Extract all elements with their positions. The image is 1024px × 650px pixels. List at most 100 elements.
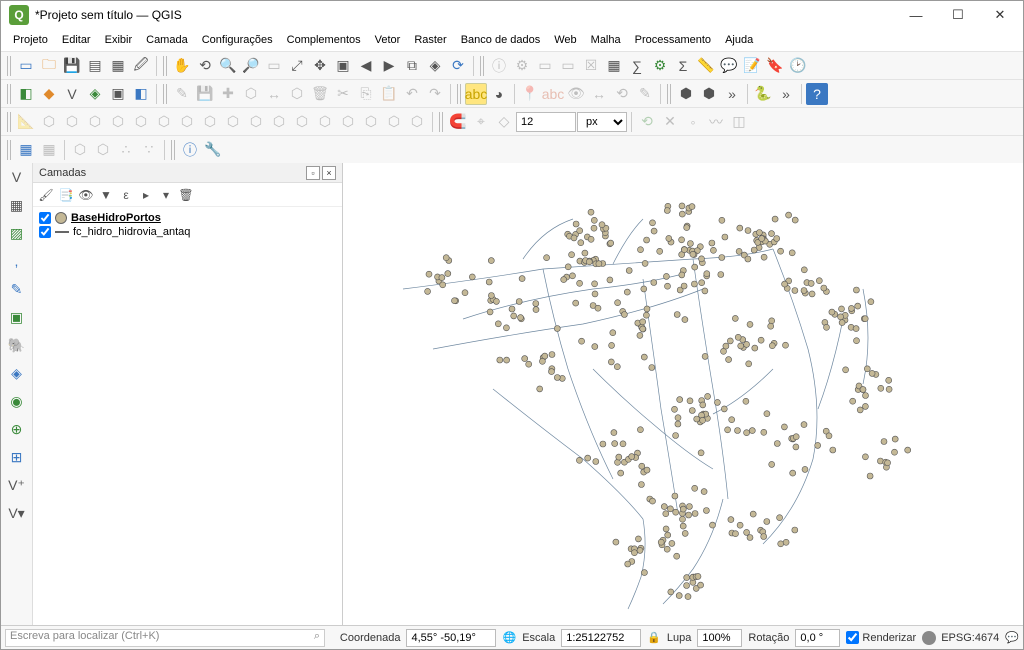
add-mesh-button[interactable]: ▨ <box>4 221 30 245</box>
attribute-table-button[interactable]: ▦ <box>603 55 625 77</box>
messages-button[interactable]: 💬 <box>1005 631 1019 644</box>
redo-button[interactable]: ↷ <box>424 83 446 105</box>
layer-remove-button[interactable]: 🗑 <box>177 186 195 204</box>
hl-pinned-button[interactable]: 📍 <box>519 83 541 105</box>
toolbar-handle[interactable] <box>457 84 462 104</box>
field-calculator-button[interactable]: ∑ <box>626 55 648 77</box>
select-by-value-button[interactable]: ▭ <box>557 55 579 77</box>
zoom-out-button[interactable]: 🔎 <box>240 55 262 77</box>
undo-button[interactable]: ↶ <box>401 83 423 105</box>
plugin-button-2[interactable]: ⬢ <box>698 83 720 105</box>
layer-name-label[interactable]: BaseHidroPortos <box>71 212 161 224</box>
layer-add-group-button[interactable]: 📑 <box>57 186 75 204</box>
rotate-label-button[interactable]: ⟲ <box>611 83 633 105</box>
adv-digitize-5[interactable]: ⬡ <box>130 111 152 133</box>
measure-button[interactable]: 📏 <box>695 55 717 77</box>
toolbar-handle[interactable] <box>7 140 12 160</box>
toolbar-handle[interactable] <box>7 112 12 132</box>
adv-digitize-3[interactable]: ⬡ <box>84 111 106 133</box>
select-button[interactable]: ▭ <box>534 55 556 77</box>
add-feature-button[interactable]: ✚ <box>217 83 239 105</box>
toolbar-handle[interactable] <box>667 84 672 104</box>
mesh-digitize-button[interactable]: ▦ <box>15 139 37 161</box>
plugin-more-button[interactable]: » <box>775 83 797 105</box>
snap-mode-button[interactable]: ◇ <box>493 111 515 133</box>
pin-labels-button[interactable]: abc <box>542 83 564 105</box>
python-console-button[interactable]: 🐍 <box>752 83 774 105</box>
toolbar-handle[interactable] <box>439 112 444 132</box>
adv-digitize-12[interactable]: ⬡ <box>291 111 313 133</box>
deselect-button[interactable]: ☒ <box>580 55 602 77</box>
add-raster-button[interactable]: ▦ <box>4 193 30 217</box>
mesh-edit-button[interactable]: ∵ <box>138 139 160 161</box>
locator-search-input[interactable]: Escreva para localizar (Ctrl+K) <box>5 629 325 647</box>
new-3d-view-button[interactable]: ◈ <box>424 55 446 77</box>
diagram-button[interactable]: ◕ <box>488 83 510 105</box>
mesh-reindex-button[interactable]: ∴ <box>115 139 137 161</box>
layer-visibility-checkbox[interactable] <box>39 226 51 238</box>
add-vector-button[interactable]: V <box>4 165 30 189</box>
layer-expression-button[interactable]: ε <box>117 186 135 204</box>
help-button[interactable]: ? <box>806 83 828 105</box>
add-virtual-button[interactable]: ▣ <box>4 305 30 329</box>
snap-unit-select[interactable]: px <box>577 112 627 132</box>
layer-row[interactable]: BaseHidroPortos <box>39 211 336 225</box>
adv-digitize-2[interactable]: ⬡ <box>61 111 83 133</box>
minimize-button[interactable]: — <box>895 1 937 29</box>
processing-toolbox-button[interactable]: ⚙ <box>649 55 671 77</box>
layer-name-label[interactable]: fc_hidro_hidrovia_antaq <box>73 226 190 238</box>
layer-expand-button[interactable]: ▸ <box>137 186 155 204</box>
menu-banco-de-dados[interactable]: Banco de dados <box>455 32 547 48</box>
adv-digitize-11[interactable]: ⬡ <box>268 111 290 133</box>
menu-editar[interactable]: Editar <box>56 32 97 48</box>
add-xyz-button[interactable]: ⊞ <box>4 445 30 469</box>
move-label-button[interactable]: ↔ <box>588 83 610 105</box>
refresh-button[interactable]: ⟳ <box>447 55 469 77</box>
toolbar-handle[interactable] <box>480 56 485 76</box>
panel-close-button[interactable]: × <box>322 166 336 180</box>
toolbar-handle[interactable] <box>7 84 12 104</box>
zoom-to-selection-button[interactable]: ✥ <box>309 55 331 77</box>
maximize-button[interactable]: ☐ <box>937 1 979 29</box>
layer-visibility-button[interactable]: 👁 <box>77 186 95 204</box>
annotation-button[interactable]: 📝 <box>741 55 763 77</box>
add-wms-button[interactable]: ⊕ <box>4 417 30 441</box>
map-canvas[interactable] <box>343 163 1023 625</box>
render-checkbox-wrapper[interactable]: Renderizar <box>846 631 916 644</box>
menu-camada[interactable]: Camada <box>140 32 194 48</box>
add-delimited-button[interactable]: , <box>4 249 30 273</box>
add-postgis-button[interactable]: 🐘 <box>4 333 30 357</box>
digitize-button[interactable]: ⬡ <box>240 83 262 105</box>
close-button[interactable]: ✕ <box>979 1 1021 29</box>
adv-digitize-7[interactable]: ⬡ <box>176 111 198 133</box>
zoom-in-button[interactable]: 🔍 <box>217 55 239 77</box>
lock-scale-button[interactable]: 🔒 <box>647 631 661 644</box>
projection-icon[interactable]: 🌐 <box>502 631 516 644</box>
panel-undock-button[interactable]: ▫ <box>306 166 320 180</box>
toolbar-handle[interactable] <box>171 140 176 160</box>
layer-visibility-checkbox[interactable] <box>39 212 51 224</box>
coordinate-input[interactable] <box>406 629 496 647</box>
cut-button[interactable]: ✂ <box>332 83 354 105</box>
new-print-layout-button[interactable]: ▤ <box>84 55 106 77</box>
data-source-manager-button[interactable]: ◧ <box>15 83 37 105</box>
statistics-button[interactable]: Σ <box>672 55 694 77</box>
layout-manager-button[interactable]: ▦ <box>107 55 129 77</box>
avoid-overlap-button[interactable]: ◫ <box>728 111 750 133</box>
snap-intersection-button[interactable]: ✕ <box>659 111 681 133</box>
pan-to-selection-button[interactable]: ⟲ <box>194 55 216 77</box>
snap-tolerance-input[interactable] <box>516 112 576 132</box>
mesh-transform-button[interactable]: ⬡ <box>69 139 91 161</box>
new-memory-button[interactable]: ▣ <box>107 83 129 105</box>
menu-processamento[interactable]: Processamento <box>629 32 717 48</box>
temporal-button[interactable]: 🕑 <box>787 55 809 77</box>
toolbar-handle[interactable] <box>7 56 12 76</box>
add-mssql-button[interactable]: ◈ <box>4 361 30 385</box>
add-more-button[interactable]: V▾ <box>4 501 30 525</box>
layer-filter-button[interactable]: ▼ <box>97 186 115 204</box>
zoom-next-button[interactable]: ▶ <box>378 55 400 77</box>
scale-input[interactable] <box>561 629 641 647</box>
menu-web[interactable]: Web <box>548 32 582 48</box>
add-spatialite-button[interactable]: ✎ <box>4 277 30 301</box>
toolbar-handle[interactable] <box>163 56 168 76</box>
